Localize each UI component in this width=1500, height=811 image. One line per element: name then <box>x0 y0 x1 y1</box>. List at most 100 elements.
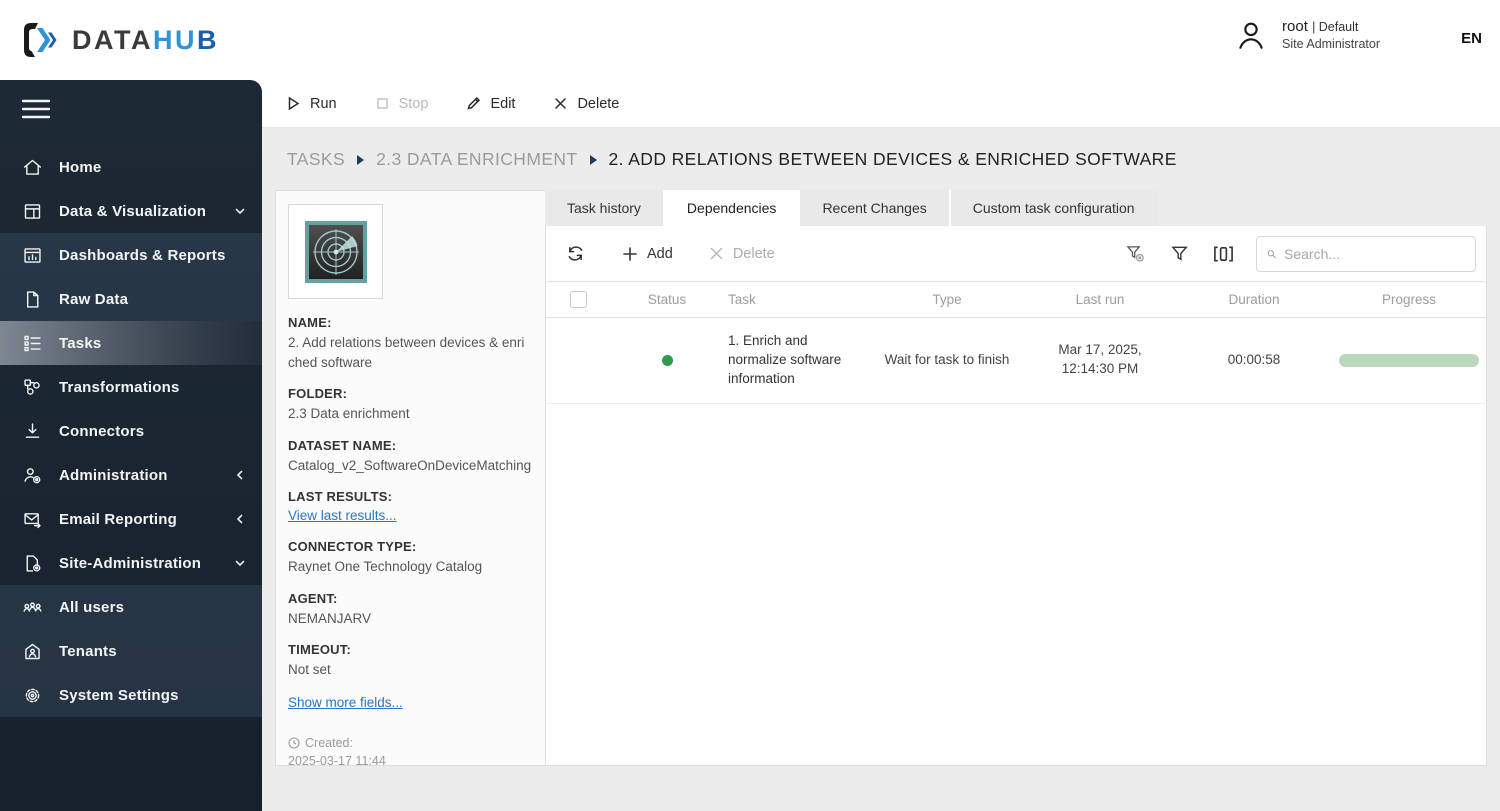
table-row[interactable]: 1. Enrich and normalize software informa… <box>546 318 1486 404</box>
field-folder: FOLDER: 2.3 Data enrichment <box>288 386 531 424</box>
dependencies-grid: Add Delete Search... Status Task Type La… <box>545 226 1487 766</box>
edit-button[interactable]: Edit <box>466 96 515 112</box>
dashboards-icon <box>24 247 41 263</box>
column-chooser-icon <box>1213 246 1233 261</box>
tab-dependencies[interactable]: Dependencies <box>662 190 799 226</box>
run-button[interactable]: Run <box>286 96 337 112</box>
search-input[interactable] <box>1284 245 1465 262</box>
run-icon <box>288 96 300 111</box>
grid-toolbar: Add Delete <box>546 226 1486 282</box>
field-last-results: LAST RESULTS: View last results... <box>288 489 397 524</box>
data-visualization-submenu: Dashboards & Reports Raw Data <box>0 233 262 321</box>
filter-button[interactable] <box>1168 243 1190 265</box>
administration-icon <box>24 467 41 483</box>
task-folder-value: 2.3 Data enrichment <box>288 406 410 422</box>
tab-custom-task-configuration[interactable]: Custom task configuration <box>948 190 1157 226</box>
select-all-cell <box>546 291 610 308</box>
language-selector[interactable]: EN <box>1461 30 1482 47</box>
sidebar-item-home[interactable]: Home <box>0 145 262 189</box>
main-area: Run Stop Edit Delete TASKS 2.3 DATA ENRI… <box>262 80 1500 811</box>
column-header-type[interactable]: Type <box>870 292 1024 307</box>
task-action-toolbar: Run Stop Edit Delete <box>262 80 1500 128</box>
tenant-house-icon <box>25 643 40 659</box>
site-administration-submenu: All users Tenants System Settings <box>0 585 262 717</box>
sidebar-item-tenants[interactable]: Tenants <box>0 629 262 673</box>
sidebar-item-data-visualization[interactable]: Data & Visualization <box>0 189 262 233</box>
status-success-dot <box>661 354 673 366</box>
task-detail-panel: NAME: 2. Add relations between devices &… <box>275 190 546 766</box>
chevron-left-icon <box>237 470 243 480</box>
stop-icon <box>376 98 388 109</box>
user-role: Site Administrator <box>1282 36 1380 51</box>
breadcrumb-tasks[interactable]: TASKS <box>287 149 345 170</box>
gear-icon <box>25 688 40 702</box>
edit-pencil-icon <box>467 96 481 110</box>
sidebar-item-all-users[interactable]: All users <box>0 585 262 629</box>
refresh-button[interactable] <box>564 243 586 265</box>
row-progress-cell <box>1332 353 1486 367</box>
sidebar-item-tasks[interactable]: Tasks <box>0 321 262 365</box>
sidebar-item-administration[interactable]: Administration <box>0 453 262 497</box>
sidebar-nav: Home Data & Visualization Dashboards & R… <box>0 80 262 811</box>
search-icon <box>1267 249 1276 258</box>
column-chooser-button[interactable] <box>1212 243 1234 265</box>
stop-button[interactable]: Stop <box>375 96 428 112</box>
clear-filter-button[interactable] <box>1124 243 1146 265</box>
delete-button[interactable]: Delete <box>553 96 619 112</box>
sidebar-item-dashboards-reports[interactable]: Dashboards & Reports <box>0 233 262 277</box>
sidebar-item-raw-data[interactable]: Raw Data <box>0 277 262 321</box>
task-content: NAME: 2. Add relations between devices &… <box>275 190 1487 766</box>
row-type-cell: Wait for task to finish <box>884 351 1010 367</box>
hamburger-menu-icon[interactable] <box>21 98 51 120</box>
search-box <box>1256 235 1476 272</box>
row-task-cell: 1. Enrich and normalize software informa… <box>728 333 842 386</box>
delete-dependency-button[interactable]: Delete <box>709 246 775 262</box>
add-dependency-button[interactable]: Add <box>622 246 673 262</box>
sidebar-item-email-reporting[interactable]: Email Reporting <box>0 497 262 541</box>
datahub-app: DATAHUB root | Default Site Administrato… <box>0 0 1500 811</box>
field-dataset-name: DATASET NAME: Catalog_v2_SoftwareOnDevic… <box>288 438 531 476</box>
breadcrumb-folder[interactable]: 2.3 DATA ENRICHMENT <box>376 149 577 170</box>
user-menu[interactable]: root | Default Site Administrator <box>1234 18 1380 52</box>
tasks-icon <box>24 335 41 351</box>
view-last-results-link[interactable]: View last results... <box>288 508 397 523</box>
column-header-status[interactable]: Status <box>610 292 724 307</box>
chevron-down-icon <box>235 560 245 566</box>
data-visualization-icon <box>24 203 41 219</box>
select-all-checkbox[interactable] <box>569 291 587 308</box>
column-header-last-run[interactable]: Last run <box>1024 292 1176 307</box>
column-header-progress[interactable]: Progress <box>1332 292 1486 307</box>
breadcrumb-arrow-icon <box>589 154 597 165</box>
progress-bar <box>1339 353 1479 367</box>
clock-icon <box>288 737 300 749</box>
timeout-value: Not set <box>288 662 331 678</box>
column-header-task[interactable]: Task <box>724 292 870 307</box>
chevron-left-icon <box>237 514 243 524</box>
radar-icon <box>304 220 367 283</box>
chevron-down-icon <box>235 208 245 214</box>
home-icon <box>23 159 42 175</box>
email-icon <box>24 512 41 528</box>
breadcrumb: TASKS 2.3 DATA ENRICHMENT 2. ADD RELATIO… <box>262 128 1500 170</box>
logo-wordmark: DATAHUB <box>72 24 219 55</box>
datahub-logo[interactable]: DATAHUB <box>18 18 219 62</box>
sidebar-item-site-administration[interactable]: Site-Administration <box>0 541 262 585</box>
column-header-duration[interactable]: Duration <box>1176 292 1332 307</box>
row-duration-cell: 00:00:58 <box>1227 351 1281 367</box>
row-last-run-cell: Mar 17, 2025, 12:14:30 PM <box>1058 342 1142 377</box>
tab-task-history[interactable]: Task history <box>545 190 663 226</box>
plus-icon <box>623 246 637 261</box>
delete-x-icon <box>555 98 567 109</box>
tab-recent-changes[interactable]: Recent Changes <box>798 190 949 226</box>
field-name: NAME: 2. Add relations between devices &… <box>288 315 531 372</box>
sidebar-item-connectors[interactable]: Connectors <box>0 409 262 453</box>
user-avatar-icon <box>1239 22 1263 49</box>
sidebar-item-transformations[interactable]: Transformations <box>0 365 262 409</box>
sidebar-item-system-settings[interactable]: System Settings <box>0 673 262 717</box>
task-tabs-area: Task history Dependencies Recent Changes… <box>545 190 1487 766</box>
show-more-fields-link[interactable]: Show more fields... <box>288 695 403 710</box>
breadcrumb-arrow-icon <box>357 154 365 165</box>
breadcrumb-current-task: 2. ADD RELATIONS BETWEEN DEVICES & ENRIC… <box>608 149 1177 169</box>
x-icon <box>710 247 723 260</box>
field-agent: AGENT: NEMANJARV <box>288 591 531 629</box>
